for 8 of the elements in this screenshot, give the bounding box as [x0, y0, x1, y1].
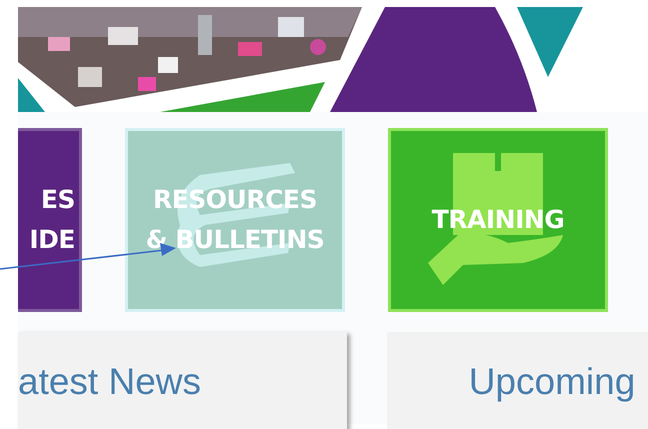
- tile[interactable]: ES IDE: [18, 128, 82, 312]
- tile-label: IDE: [29, 224, 75, 256]
- tile-label: ES: [40, 184, 75, 216]
- tile[interactable]: TRAINING: [388, 128, 608, 312]
- tile-label: TRAINING: [432, 204, 564, 236]
- card-title: Upcoming: [468, 360, 636, 404]
- tile-label: RESOURCES: [152, 184, 318, 216]
- card-title: atest News: [18, 360, 202, 404]
